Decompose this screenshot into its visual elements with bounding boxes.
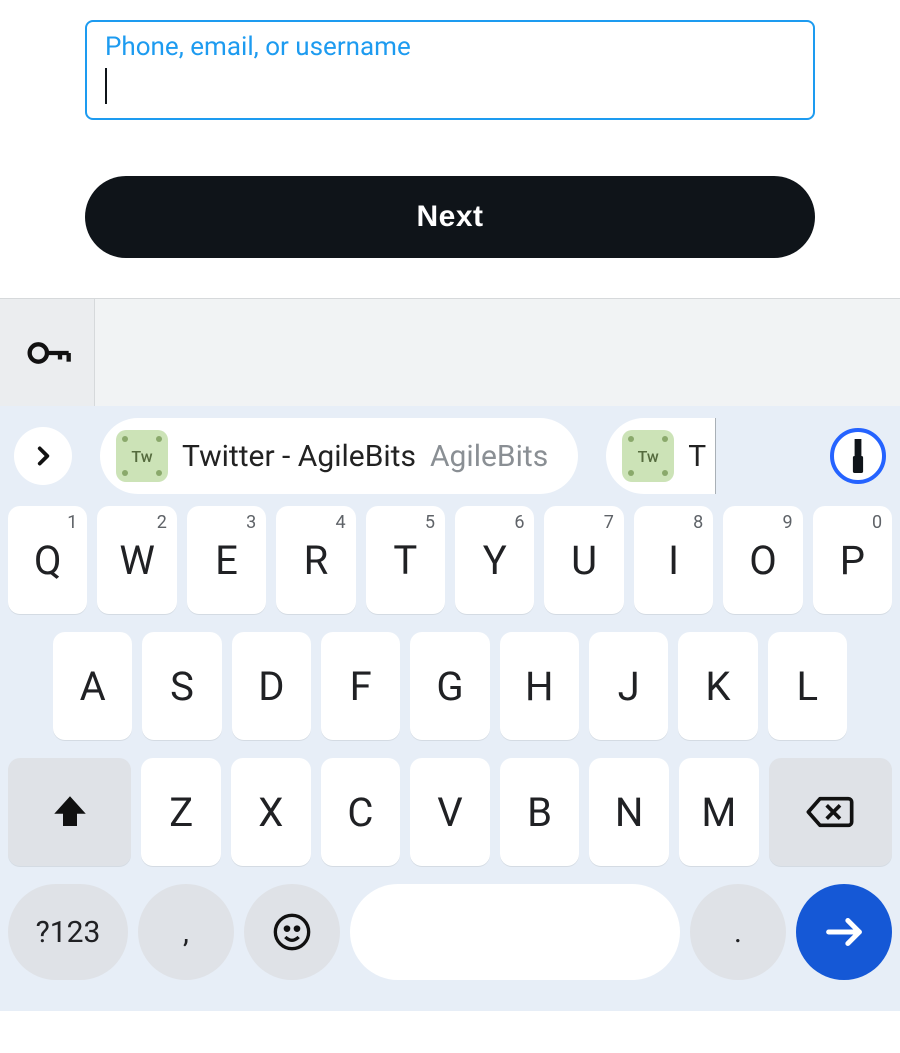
- login-input-wrapper[interactable]: Phone, email, or username: [85, 20, 815, 120]
- next-button[interactable]: Next: [85, 176, 815, 258]
- numeric-mode-key[interactable]: ?123: [8, 884, 128, 980]
- key-v[interactable]: V: [410, 758, 490, 866]
- suggestion-title: Twitter - AgileBits: [182, 439, 416, 474]
- key-b[interactable]: B: [500, 758, 580, 866]
- key-t[interactable]: T5: [366, 506, 445, 614]
- autofill-accessory-bar: [0, 298, 900, 406]
- login-input-label: Phone, email, or username: [105, 32, 795, 62]
- key-superscript: 9: [783, 512, 793, 533]
- key-f[interactable]: F: [321, 632, 400, 740]
- password-key-icon[interactable]: [0, 299, 95, 406]
- key-s[interactable]: S: [142, 632, 221, 740]
- shift-key[interactable]: [8, 758, 131, 866]
- key-superscript: 4: [336, 512, 346, 533]
- key-e[interactable]: E3: [187, 506, 266, 614]
- key-superscript: 0: [872, 512, 882, 533]
- key-superscript: 2: [157, 512, 167, 533]
- key-superscript: 5: [425, 512, 435, 533]
- space-key[interactable]: [350, 884, 680, 980]
- key-a[interactable]: A: [53, 632, 132, 740]
- credential-badge-text: Tw: [131, 447, 152, 466]
- key-m[interactable]: M: [679, 758, 759, 866]
- key-p[interactable]: P0: [813, 506, 892, 614]
- comma-key[interactable]: ,: [138, 884, 234, 980]
- emoji-key[interactable]: [244, 884, 340, 980]
- credential-badge-text: Tw: [638, 447, 659, 466]
- suggestion-title-fragment: T: [688, 439, 706, 474]
- expand-suggestions-button[interactable]: [14, 427, 72, 485]
- key-o[interactable]: O9: [723, 506, 802, 614]
- autofill-suggestion-row: Tw Twitter - AgileBits AgileBits Tw T: [0, 416, 900, 496]
- onscreen-keyboard: Tw Twitter - AgileBits AgileBits Tw T Q1…: [0, 406, 900, 1011]
- key-g[interactable]: G: [410, 632, 489, 740]
- credential-app-icon: Tw: [622, 430, 674, 482]
- key-q[interactable]: Q1: [8, 506, 87, 614]
- key-superscript: 3: [246, 512, 256, 533]
- key-d[interactable]: D: [232, 632, 311, 740]
- key-i[interactable]: I8: [634, 506, 713, 614]
- autofill-suggestion-secondary[interactable]: Tw T: [606, 418, 716, 494]
- key-w[interactable]: W2: [97, 506, 176, 614]
- key-superscript: 8: [693, 512, 703, 533]
- login-input[interactable]: [107, 64, 795, 104]
- key-l[interactable]: L: [768, 632, 847, 740]
- suggestion-subtitle: AgileBits: [430, 439, 548, 474]
- key-u[interactable]: U7: [544, 506, 623, 614]
- enter-key[interactable]: [796, 884, 892, 980]
- backspace-key[interactable]: [769, 758, 892, 866]
- key-superscript: 6: [514, 512, 524, 533]
- key-superscript: 1: [67, 512, 77, 533]
- key-superscript: 7: [604, 512, 614, 533]
- period-key[interactable]: .: [690, 884, 786, 980]
- key-r[interactable]: R4: [276, 506, 355, 614]
- autofill-suggestion-primary[interactable]: Tw Twitter - AgileBits AgileBits: [100, 418, 578, 494]
- key-c[interactable]: C: [321, 758, 401, 866]
- key-n[interactable]: N: [589, 758, 669, 866]
- key-z[interactable]: Z: [141, 758, 221, 866]
- credential-app-icon: Tw: [116, 430, 168, 482]
- key-y[interactable]: Y6: [455, 506, 534, 614]
- onepassword-icon[interactable]: [830, 428, 886, 484]
- key-j[interactable]: J: [589, 632, 668, 740]
- key-x[interactable]: X: [231, 758, 311, 866]
- key-h[interactable]: H: [500, 632, 579, 740]
- key-k[interactable]: K: [678, 632, 757, 740]
